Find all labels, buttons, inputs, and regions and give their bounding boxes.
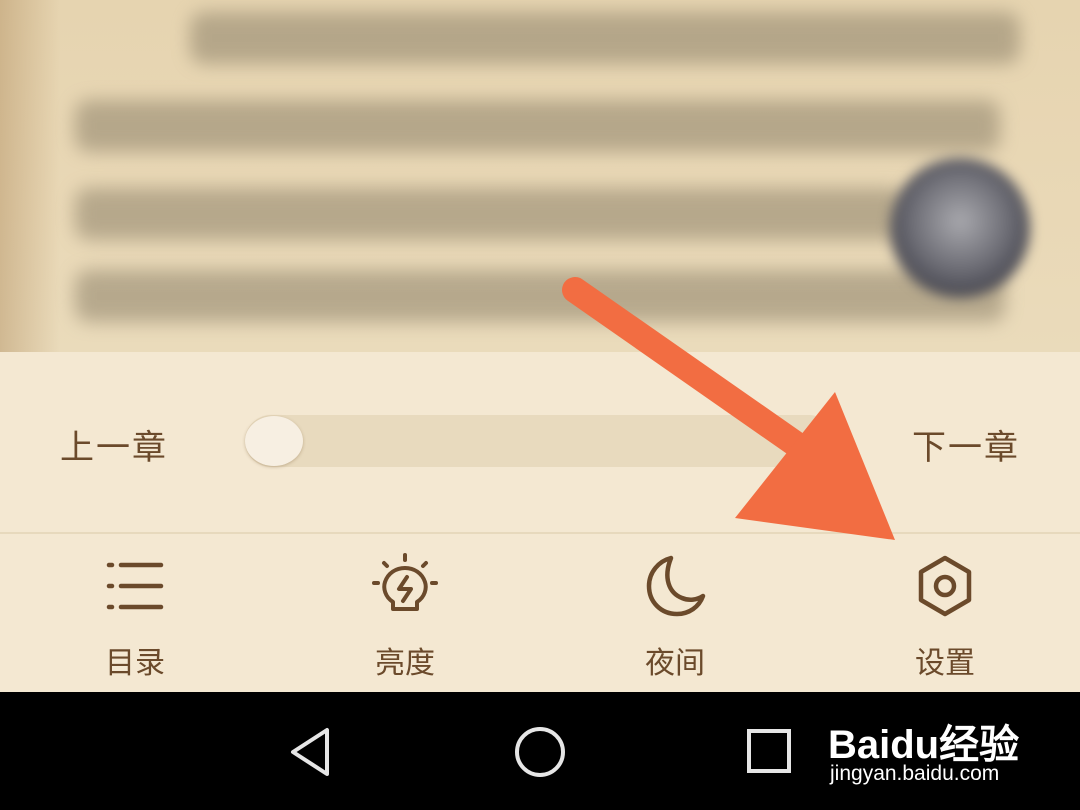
book-page-content[interactable] — [0, 0, 1080, 352]
moon-icon — [646, 555, 706, 617]
settings-hexagon-icon — [918, 555, 972, 617]
chapter-navigation-row: 上一章 下一章 — [0, 352, 1080, 532]
list-icon — [106, 562, 164, 610]
next-chapter-button[interactable]: 下一章 — [912, 420, 1020, 469]
reader-toolbar: 目录 亮度 夜间 设置 — [0, 534, 1080, 692]
brightness-button[interactable]: 亮度 — [305, 534, 505, 692]
toc-label: 目录 — [105, 646, 165, 681]
blurred-text-line — [75, 270, 1005, 322]
blurred-text-line — [75, 188, 905, 240]
baidu-jingyan-watermark: Baidu经验 jingyan.baidu.com — [828, 690, 1078, 805]
bulb-icon — [372, 553, 438, 611]
settings-button[interactable]: 设置 — [845, 534, 1045, 692]
back-triangle-icon[interactable] — [285, 722, 335, 782]
blurred-text-line — [75, 100, 1000, 152]
night-mode-label: 夜间 — [645, 646, 705, 681]
settings-label: 设置 — [915, 646, 975, 681]
floating-assistant-button[interactable] — [890, 158, 1030, 298]
night-mode-button[interactable]: 夜间 — [575, 534, 775, 692]
toc-button[interactable]: 目录 — [35, 534, 235, 692]
progress-slider-thumb[interactable] — [245, 416, 303, 466]
recents-square-icon[interactable] — [744, 722, 794, 782]
blurred-text-line — [190, 12, 1020, 64]
reader-control-panel: 上一章 下一章 目录 亮度 夜间 设置 — [0, 352, 1080, 692]
prev-chapter-button[interactable]: 上一章 — [60, 420, 168, 469]
brightness-label: 亮度 — [375, 646, 435, 681]
home-circle-icon[interactable] — [512, 722, 568, 782]
page-edge-shadow — [0, 0, 60, 352]
watermark-url: jingyan.baidu.com — [830, 762, 1000, 785]
chapter-progress-slider[interactable] — [245, 415, 835, 467]
